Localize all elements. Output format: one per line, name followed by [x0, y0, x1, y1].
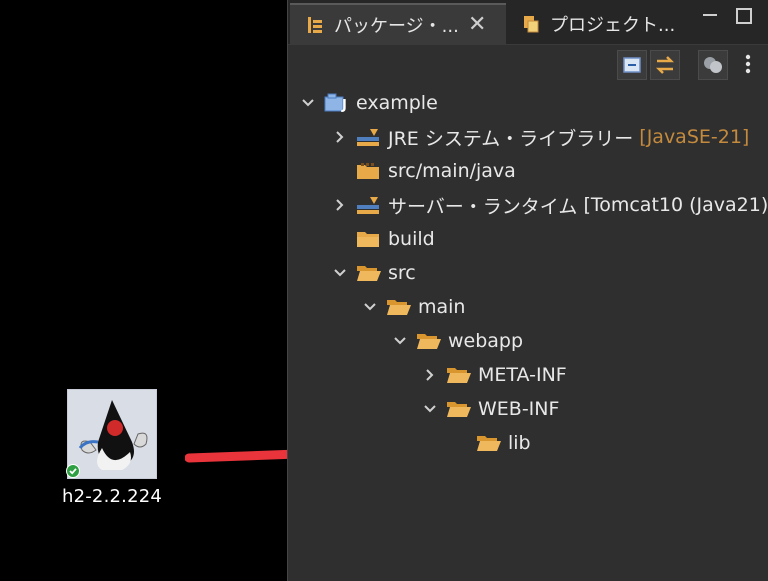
tab-label: パッケージ・... [334, 16, 459, 37]
chevron-down-icon[interactable] [392, 333, 408, 349]
chevron-down-icon[interactable] [300, 95, 316, 111]
tree-item-label: JRE システム・ライブラリー [388, 127, 634, 150]
duke-java-icon[interactable] [67, 389, 157, 479]
desktop-area: h2-2.2.224 [0, 0, 457, 581]
tab-label: プロジェクト... [550, 15, 676, 36]
view-toolbar [288, 45, 768, 85]
filter-icon[interactable] [698, 50, 728, 80]
tree-item-label: lib [508, 432, 531, 454]
svg-text:J: J [341, 98, 347, 113]
library-icon [356, 195, 382, 215]
tree-item-example[interactable]: J example [300, 86, 438, 120]
tree-item-label: webapp [448, 330, 524, 352]
tree-item-build[interactable]: build [332, 222, 435, 256]
chevron-down-icon[interactable] [332, 265, 348, 281]
folder-icon [356, 229, 382, 249]
sync-ok-badge-icon [66, 464, 80, 478]
tree-item-label: WEB-INF [478, 398, 560, 420]
tree-item-jre-library[interactable]: JRE システム・ライブラリー [JavaSE-21] [332, 120, 749, 154]
tree-item-main[interactable]: main [362, 290, 465, 324]
open-folder-icon [446, 365, 472, 385]
java-project-icon: J [324, 93, 350, 113]
tree-item-label: src/main/java [388, 160, 516, 182]
library-icon [356, 127, 382, 147]
tree-item-label: main [418, 296, 466, 318]
package-explorer-icon [308, 17, 322, 33]
collapse-all-icon[interactable] [617, 50, 647, 80]
tab-bar: パッケージ・... ✕ プロジェクト... [288, 0, 768, 45]
package-explorer-panel: パッケージ・... ✕ プロジェクト... J example JRE システム… [287, 0, 768, 581]
tree-item-server-runtime[interactable]: サーバー・ランタイム [Tomcat10 (Java21)] [332, 188, 768, 222]
tree-item-label: example [356, 92, 438, 114]
minimize-icon[interactable] [700, 6, 720, 26]
tree-item-src[interactable]: src [332, 256, 416, 290]
tree-item-web-inf[interactable]: WEB-INF [422, 392, 559, 426]
chevron-down-icon[interactable] [422, 401, 438, 417]
chevron-right-icon[interactable] [422, 367, 438, 383]
tree-item-label: サーバー・ランタイム [388, 195, 578, 218]
tree-item-label: build [388, 228, 435, 250]
tree-item-src-main-java[interactable]: src/main/java [332, 154, 516, 188]
chevron-right-icon[interactable] [332, 197, 348, 213]
tree-item-label: META-INF [478, 364, 567, 386]
source-folder-icon [356, 161, 382, 181]
chevron-down-icon[interactable] [362, 299, 378, 315]
tree-item-lib[interactable]: lib [452, 426, 531, 460]
open-folder-icon [476, 433, 502, 453]
open-folder-icon [356, 263, 382, 283]
open-folder-icon [416, 331, 442, 351]
open-folder-icon [386, 297, 412, 317]
tree-item-tag: [Tomcat10 (Java21)] [583, 194, 768, 216]
link-with-editor-icon[interactable] [650, 50, 680, 80]
tree-item-webapp[interactable]: webapp [392, 324, 523, 358]
project-explorer-icon [524, 16, 539, 33]
view-menu-icon[interactable] [734, 50, 764, 80]
tab-package-explorer[interactable]: パッケージ・... ✕ [290, 3, 506, 45]
chevron-right-icon[interactable] [332, 129, 348, 145]
tree-item-label: src [388, 262, 416, 284]
tree-item-tag: [JavaSE-21] [639, 126, 750, 148]
tab-project-explorer[interactable]: プロジェクト... [506, 3, 696, 45]
tree-item-meta-inf[interactable]: META-INF [422, 358, 567, 392]
open-folder-icon [446, 399, 472, 419]
desktop-icon-label: h2-2.2.224 [61, 486, 163, 507]
close-icon[interactable]: ✕ [468, 12, 486, 37]
maximize-icon[interactable] [734, 6, 754, 26]
